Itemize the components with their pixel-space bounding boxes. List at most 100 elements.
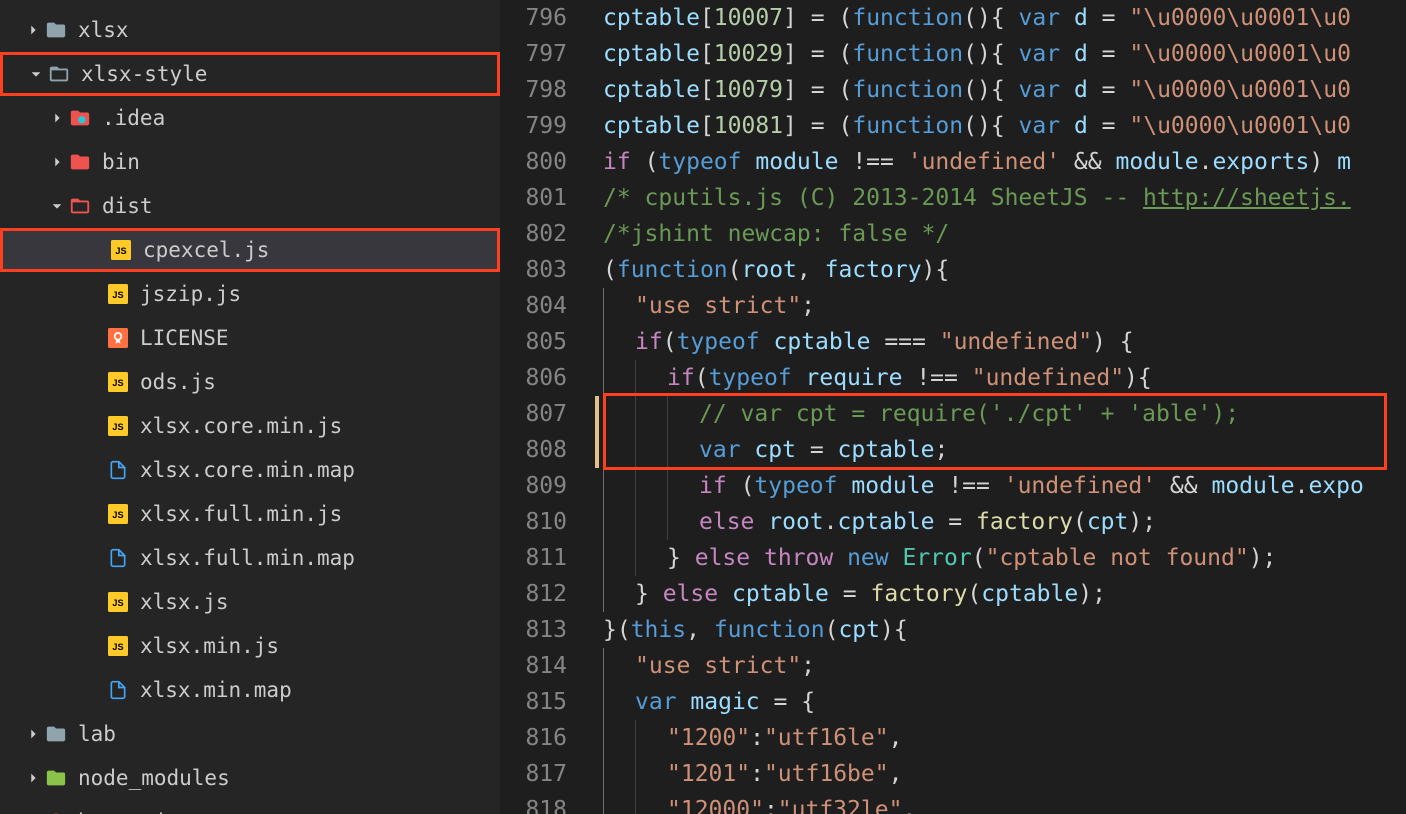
js-icon: JS (106, 590, 130, 614)
tree-item-label: node_modules (78, 766, 230, 790)
tree-item-label: xlsx.min.map (140, 678, 292, 702)
file-tree-item[interactable]: JS cpexcel.js (0, 228, 500, 272)
code-line[interactable]: /* cputils.js (C) 2013-2014 SheetJS -- h… (595, 180, 1406, 216)
folder-tree-item[interactable]: dist (0, 184, 500, 228)
chevron-right-icon[interactable] (24, 769, 42, 787)
code-line[interactable]: else root.cptable = factory(cpt); (595, 504, 1406, 540)
chevron-down-icon[interactable] (48, 197, 66, 215)
tree-item-label: .idea (102, 106, 165, 130)
line-number: 808 (500, 432, 567, 468)
code-line[interactable]: if(typeof require !== "undefined"){ (595, 360, 1406, 396)
code-line[interactable]: cptable[10007] = (function(){ var d = "\… (595, 0, 1406, 36)
folder-tree-item[interactable]: xlsx-style (0, 52, 500, 96)
code-line[interactable]: var cpt = cptable; (595, 432, 1406, 468)
tree-item-label: lab (78, 722, 116, 746)
file-tree-item[interactable]: xlsx.full.min.map (0, 536, 500, 580)
tree-item-label: xlsx.js (140, 590, 229, 614)
file-tree-item[interactable]: xlsx.min.map (0, 668, 500, 712)
line-number: 813 (500, 612, 567, 648)
line-number: 814 (500, 648, 567, 684)
file-tree-item[interactable]: JS xlsx.full.min.js (0, 492, 500, 536)
chevron-right-icon[interactable] (24, 21, 42, 39)
tree-item-label: xlsx.full.min.js (140, 502, 342, 526)
js-icon: JS (106, 502, 130, 526)
map-icon (106, 458, 130, 482)
js-icon: JS (109, 238, 133, 262)
line-number: 816 (500, 720, 567, 756)
code-line[interactable]: "use strict"; (595, 288, 1406, 324)
svg-text:JS: JS (115, 246, 126, 256)
file-tree-item[interactable]: xlsx.core.min.map (0, 448, 500, 492)
folder-idea-icon (68, 106, 92, 130)
folder-icon (44, 18, 68, 42)
js-icon: JS (106, 370, 130, 394)
svg-text:JS: JS (112, 510, 123, 520)
line-number: 802 (500, 216, 567, 252)
map-icon (106, 678, 130, 702)
code-line[interactable]: "use strict"; (595, 648, 1406, 684)
line-number: 804 (500, 288, 567, 324)
js-icon: JS (106, 634, 130, 658)
chevron-right-icon[interactable] (24, 725, 42, 743)
tree-item-label: cpexcel.js (143, 238, 269, 262)
line-number: 806 (500, 360, 567, 396)
folder-green-icon (44, 766, 68, 790)
folder-tree-item[interactable]: xlsx (0, 8, 500, 52)
code-line[interactable]: "12000":"utf32le". (595, 792, 1406, 814)
code-line[interactable]: } else cptable = factory(cptable); (595, 576, 1406, 612)
file-tree-item[interactable]: bower.json (0, 800, 500, 814)
code-line[interactable]: /*jshint newcap: false */ (595, 216, 1406, 252)
code-line[interactable]: if(typeof cptable === "undefined") { (595, 324, 1406, 360)
svg-text:JS: JS (112, 378, 123, 388)
chevron-down-icon[interactable] (27, 65, 45, 83)
code-area[interactable]: cptable[10007] = (function(){ var d = "\… (595, 0, 1406, 814)
bower-icon (44, 810, 68, 814)
code-line[interactable]: // var cpt = require('./cpt' + 'able'); (595, 396, 1406, 432)
code-line[interactable]: }(this, function(cpt){ (595, 612, 1406, 648)
tree-item-label: xlsx.full.min.map (140, 546, 355, 570)
line-number: 797 (500, 36, 567, 72)
code-line[interactable]: } else throw new Error("cptable not foun… (595, 540, 1406, 576)
file-tree-item[interactable]: LICENSE (0, 316, 500, 360)
code-line[interactable]: "1201":"utf16be", (595, 756, 1406, 792)
tree-item-label: xlsx.min.js (140, 634, 279, 658)
folder-red-icon (68, 150, 92, 174)
tree-item-label: dist (102, 194, 153, 218)
folder-red-open-icon (68, 194, 92, 218)
code-line[interactable]: var magic = { (595, 684, 1406, 720)
line-number: 800 (500, 144, 567, 180)
line-number: 801 (500, 180, 567, 216)
line-number: 803 (500, 252, 567, 288)
line-number: 812 (500, 576, 567, 612)
code-line[interactable]: (function(root, factory){ (595, 252, 1406, 288)
code-line[interactable]: cptable[10079] = (function(){ var d = "\… (595, 72, 1406, 108)
file-tree-item[interactable]: JSods.js (0, 360, 500, 404)
chevron-right-icon[interactable] (48, 109, 66, 127)
folder-tree-item[interactable]: node_modules (0, 756, 500, 800)
file-tree-item[interactable]: JSxlsx.core.min.js (0, 404, 500, 448)
file-tree-item[interactable]: JSjszip.js (0, 272, 500, 316)
line-number-gutter: 7967977987998008018028038048058068078088… (500, 0, 595, 814)
chevron-right-icon[interactable] (48, 153, 66, 171)
editor-scrollbar[interactable] (1392, 0, 1406, 814)
folder-tree-item[interactable]: .idea (0, 96, 500, 140)
code-line[interactable]: cptable[10081] = (function(){ var d = "\… (595, 108, 1406, 144)
folder-tree-item[interactable]: lab (0, 712, 500, 756)
code-editor[interactable]: 7967977987998008018028038048058068078088… (500, 0, 1406, 814)
tree-item-label: bin (102, 150, 140, 174)
file-explorer-sidebar[interactable]: xlsxxlsx-style.ideabindistJScpexcel.jsJS… (0, 0, 500, 814)
line-number: 815 (500, 684, 567, 720)
code-line[interactable]: "1200":"utf16le", (595, 720, 1406, 756)
code-line[interactable]: if (typeof module !== 'undefined' && mod… (595, 468, 1406, 504)
tree-item-label: xlsx-style (81, 62, 207, 86)
js-icon: JS (106, 282, 130, 306)
file-tree-item[interactable]: JS xlsx.min.js (0, 624, 500, 668)
file-tree-item[interactable]: JS xlsx.js (0, 580, 500, 624)
line-number: 796 (500, 0, 567, 36)
folder-tree-item[interactable]: bin (0, 140, 500, 184)
line-number: 798 (500, 72, 567, 108)
line-number: 805 (500, 324, 567, 360)
code-line[interactable]: if (typeof module !== 'undefined' && mod… (595, 144, 1406, 180)
code-line[interactable]: cptable[10029] = (function(){ var d = "\… (595, 36, 1406, 72)
tree-item-label: xlsx.core.min.map (140, 458, 355, 482)
